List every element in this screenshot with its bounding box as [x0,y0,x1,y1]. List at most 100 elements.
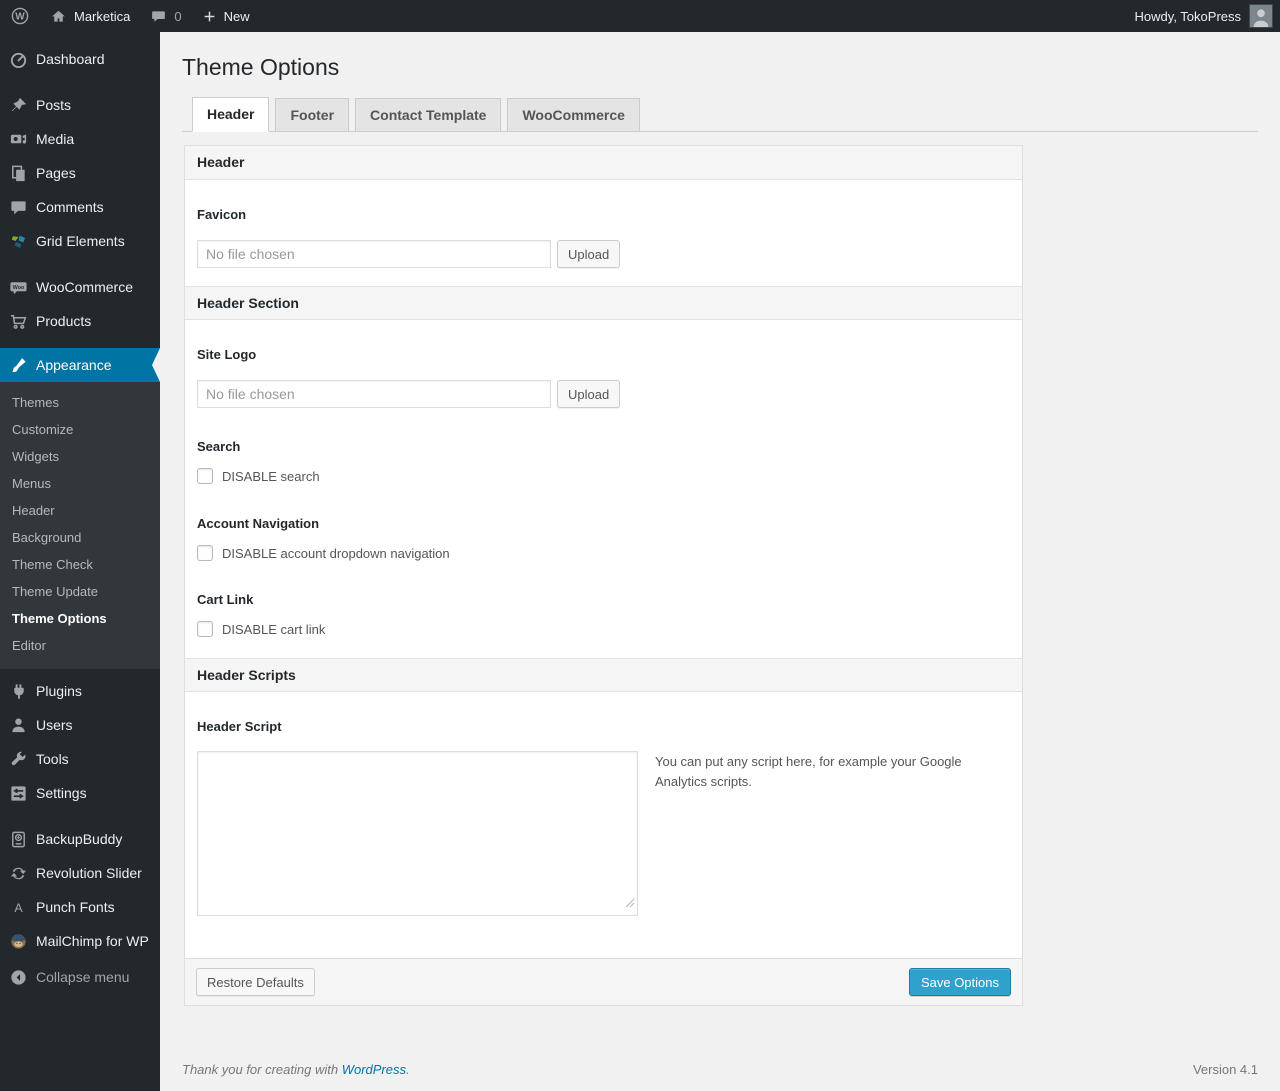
pages-icon [8,163,28,183]
disable-account-nav-row: DISABLE account dropdown navigation [197,545,1010,561]
comments-menu[interactable]: 0 [140,0,191,32]
menu-separator [0,258,160,270]
sidebar-item-grid-elements[interactable]: Grid Elements [0,224,160,258]
header-section-body: Favicon Upload [185,207,1022,286]
site-logo-upload-button[interactable]: Upload [557,380,621,408]
site-logo-file-input[interactable] [197,380,551,408]
tab-contact-template[interactable]: Contact Template [355,98,502,132]
header-section-settings-body: Site Logo Upload Search DISABLE search A… [185,347,1022,658]
sidebar-item-products[interactable]: Products [0,304,160,338]
disable-search-checkbox-label[interactable]: DISABLE search [222,469,320,484]
section-header: Header [185,146,1022,180]
account-menu[interactable]: Howdy, TokoPress [1135,0,1280,32]
save-options-button[interactable]: Save Options [908,968,1011,996]
tab-woocommerce[interactable]: WooCommerce [507,98,640,132]
sidebar-item-pages[interactable]: Pages [0,156,160,190]
appearance-submenu: Themes Customize Widgets Menus Header Ba… [0,382,160,669]
sidebar-item-mailchimp[interactable]: MailChimp for WP [0,924,160,958]
sidebar-item-plugins[interactable]: Plugins [0,674,160,708]
sidebar-item-revolution-slider[interactable]: Revolution Slider [0,856,160,890]
submenu-item-header[interactable]: Header [0,497,160,524]
site-name-link[interactable]: Marketica [40,0,140,32]
wordpress-link[interactable]: WordPress [342,1062,406,1077]
disable-account-nav-checkbox-label[interactable]: DISABLE account dropdown navigation [222,546,450,561]
restore-defaults-button[interactable]: Restore Defaults [196,968,315,996]
tab-footer[interactable]: Footer [275,98,350,132]
header-scripts-body: Header Script You can put any script her… [185,719,1022,958]
sidebar-item-tools[interactable]: Tools [0,742,160,776]
tab-bar: Header Footer Contact Template WooCommer… [182,95,1258,132]
collapse-arrow-icon [8,967,28,987]
wrench-icon [8,749,28,769]
comment-bubble-icon [150,8,167,25]
plus-icon [202,9,217,24]
sidebar-item-comments[interactable]: Comments [0,190,160,224]
disable-cart-link-checkbox[interactable] [197,621,213,637]
media-icon [8,129,28,149]
cart-link-label: Cart Link [197,592,254,607]
submenu-item-editor[interactable]: Editor [0,632,160,659]
backup-drive-icon [8,829,28,849]
favicon-label: Favicon [197,207,247,222]
submenu-item-theme-check[interactable]: Theme Check [0,551,160,578]
submenu-item-themes[interactable]: Themes [0,389,160,416]
menu-separator [0,338,160,348]
new-content-menu[interactable]: New [192,0,260,32]
disable-search-checkbox[interactable] [197,468,213,484]
sidebar-item-dashboard[interactable]: Dashboard [0,42,160,76]
main-content: Theme Options Header Footer Contact Temp… [160,32,1280,1091]
comment-count: 0 [174,8,182,24]
header-script-textarea[interactable] [197,751,638,916]
header-script-help-text: You can put any script here, for example… [655,754,962,790]
sidebar-item-punch-fonts[interactable]: A Punch Fonts [0,890,160,924]
svg-text:A: A [14,900,23,914]
favicon-upload-button[interactable]: Upload [557,240,621,268]
footer-thanks-prefix: Thank you for creating with [182,1062,342,1077]
letter-a-icon: A [8,897,28,917]
resize-handle-icon[interactable] [625,895,635,913]
account-navigation-label: Account Navigation [197,516,320,531]
footer-thanks-suffix: . [406,1062,410,1077]
sidebar-item-media[interactable]: Media [0,122,160,156]
submenu-item-menus[interactable]: Menus [0,470,160,497]
submenu-item-theme-update[interactable]: Theme Update [0,578,160,605]
disable-account-nav-checkbox[interactable] [197,545,213,561]
grid-elements-icon [8,231,28,251]
menu-separator [0,810,160,822]
refresh-arrows-icon [8,863,28,883]
svg-text:Woo: Woo [12,285,24,291]
submenu-item-widgets[interactable]: Widgets [0,443,160,470]
disable-search-row: DISABLE search [197,468,1010,484]
panel-footer: Restore Defaults Save Options [185,958,1022,1005]
admin-sidebar: Dashboard Posts Media Pages Comments Gri… [0,32,160,1091]
home-icon [50,8,67,25]
submenu-item-theme-options[interactable]: Theme Options [0,605,160,632]
submenu-item-background[interactable]: Background [0,524,160,551]
menu-separator [0,76,160,88]
comment-icon [8,197,28,217]
admin-bar: W Marketica 0 New Howdy, TokoPress [0,0,1280,32]
user-icon [8,715,28,735]
sidebar-item-users[interactable]: Users [0,708,160,742]
sidebar-item-posts[interactable]: Posts [0,88,160,122]
footer-thanks-text: Thank you for creating with WordPress. [182,1062,410,1077]
favicon-file-input[interactable] [197,240,551,268]
new-label: New [223,8,250,24]
disable-cart-link-checkbox-label[interactable]: DISABLE cart link [222,622,325,637]
sidebar-item-backupbuddy[interactable]: BackupBuddy [0,822,160,856]
sidebar-item-woocommerce[interactable]: Woo WooCommerce [0,270,160,304]
page-title: Theme Options [182,54,340,80]
section-header-section: Header Section [185,286,1022,320]
sidebar-item-appearance[interactable]: Appearance [0,348,160,382]
howdy-label: Howdy, TokoPress [1134,8,1241,24]
svg-text:W: W [15,12,25,23]
tab-header[interactable]: Header [192,97,270,132]
submenu-item-customize[interactable]: Customize [0,416,160,443]
collapse-menu-button[interactable]: Collapse menu [0,960,160,994]
search-label: Search [197,439,241,454]
settings-sliders-icon [8,783,28,803]
section-header-scripts: Header Scripts [185,658,1022,692]
sidebar-item-settings[interactable]: Settings [0,776,160,810]
wp-logo-menu[interactable]: W [0,0,40,32]
dashboard-icon [8,49,28,69]
